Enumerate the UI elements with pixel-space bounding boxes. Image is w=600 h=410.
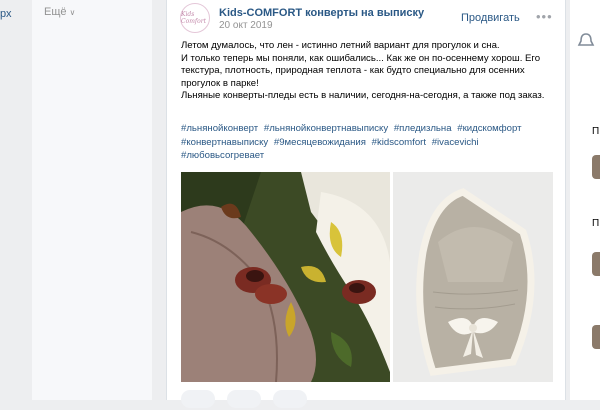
chevron-down-icon: ∨ (69, 8, 76, 17)
bell-icon[interactable] (576, 32, 596, 50)
right-col-letter: П (592, 126, 600, 137)
post-text-line: Льняные конверты-пледы есть в наличии, с… (181, 90, 545, 102)
hashtags: #льнянойконверт #льнянойконвертнавыписку… (181, 122, 551, 163)
left-nav: рх (0, 0, 28, 400)
hashtag-link[interactable]: #льнянойконверт (181, 123, 258, 134)
hashtag-link[interactable]: #9месяцевожидания (274, 137, 366, 148)
post-photo-linen-envelope[interactable] (393, 172, 553, 382)
hashtag-link[interactable]: #любовьсогревает (181, 150, 264, 161)
hashtag-link[interactable]: #kidscomfort (372, 137, 426, 148)
post-text-line: И только теперь мы поняли, как ошибались… (181, 52, 541, 89)
right-col-letter: П (592, 218, 600, 229)
left-nav-fragment[interactable]: рх (0, 8, 12, 20)
share-icon[interactable] (273, 390, 307, 408)
hashtag-link[interactable]: #пледизльна (394, 123, 452, 134)
hashtag-link[interactable]: #льнянойконвертнавыписку (264, 123, 388, 134)
right-col-thumbnail[interactable] (592, 252, 600, 276)
hashtag-link[interactable]: #конвертнавыписку (181, 137, 268, 148)
more-dots-icon[interactable]: ••• (536, 9, 553, 24)
post-text: Летом думалось, что лен - истинно летний… (181, 40, 559, 103)
right-col-thumbnail[interactable] (592, 155, 600, 179)
right-col-thumbnail[interactable] (592, 325, 600, 349)
post-date-link[interactable]: 20 окт 2019 (219, 20, 273, 31)
sidebar-more-link[interactable]: Ещё ∨ (44, 6, 75, 18)
post-author-link[interactable]: Kids-COMFORT конверты на выписку (219, 7, 424, 19)
post-text-line: Летом думалось, что лен - истинно летний… (181, 40, 500, 51)
right-sidebar: П П (570, 0, 600, 400)
comment-icon[interactable] (227, 390, 261, 408)
avatar[interactable]: Kids Comfort (180, 3, 210, 33)
post-photo-autumn-shoes[interactable] (181, 172, 390, 382)
sidebar: Ещё ∨ (32, 0, 152, 400)
avatar-logo-text: Kids Comfort (181, 11, 207, 25)
like-icon[interactable] (181, 390, 215, 408)
promote-button[interactable]: Продвигать (461, 12, 520, 24)
hashtag-link[interactable]: #ivacevichi (432, 137, 479, 148)
sidebar-more-label: Ещё (44, 6, 67, 18)
hashtag-link[interactable]: #кидскомфорт (457, 123, 521, 134)
wall-post: Kids Comfort Kids-COMFORT конверты на вы… (166, 0, 566, 408)
